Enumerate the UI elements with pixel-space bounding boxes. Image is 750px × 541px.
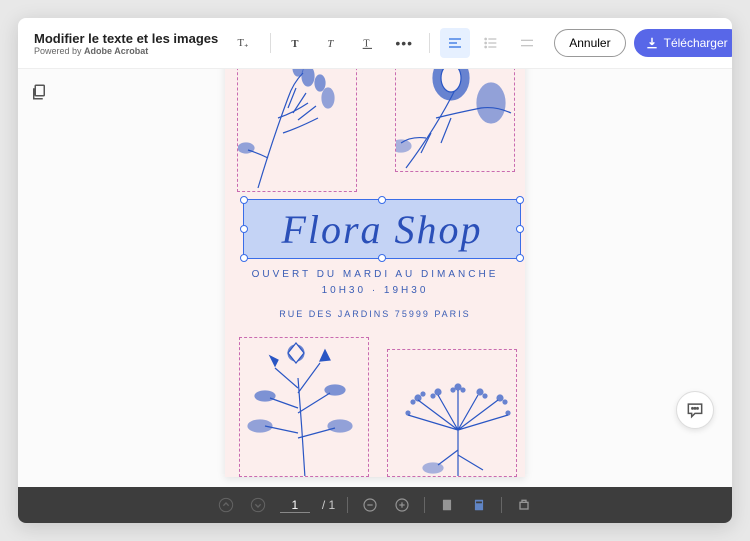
resize-handle[interactable]: [378, 196, 386, 204]
cancel-button[interactable]: Annuler: [554, 29, 625, 57]
download-label: Télécharger: [664, 36, 728, 50]
resize-handle[interactable]: [378, 254, 386, 262]
resize-handle[interactable]: [516, 254, 524, 262]
zoom-out-icon: [362, 497, 378, 513]
separator: [347, 497, 348, 513]
address-text[interactable]: RUE DES JARDINS 75999 PARIS: [225, 309, 525, 319]
page-total: / 1: [322, 498, 335, 512]
list-button: [476, 28, 506, 58]
more-icon: •••: [395, 35, 413, 51]
editor-canvas[interactable]: Flora Shop OUVERT DU MARDI AU DIMANCHE 1…: [18, 69, 732, 487]
text-toolbar: T+ T T T •••: [230, 28, 542, 58]
align-left-button[interactable]: [440, 28, 470, 58]
resize-handle[interactable]: [240, 254, 248, 262]
title-block: Modifier le texte et les images Powered …: [34, 31, 218, 56]
resize-handle[interactable]: [240, 196, 248, 204]
flower-art: [388, 350, 517, 477]
zoom-in-icon: [394, 497, 410, 513]
resize-handle[interactable]: [516, 225, 524, 233]
download-icon: [645, 36, 659, 50]
italic-button[interactable]: T: [317, 28, 347, 58]
svg-text:T: T: [328, 39, 335, 50]
next-page-button: [248, 495, 268, 515]
arrow-down-icon: [250, 497, 266, 513]
header-bar: Modifier le texte et les images Powered …: [18, 18, 732, 69]
zoom-out-button[interactable]: [360, 495, 380, 515]
powered-by-prefix: Powered by: [34, 46, 84, 56]
selected-text-frame[interactable]: Flora Shop: [243, 199, 521, 259]
flower-art: [240, 338, 369, 477]
fit-page-icon: [440, 497, 454, 513]
header-actions: Annuler Télécharger: [554, 29, 732, 57]
image-frame[interactable]: [239, 337, 369, 477]
time-text[interactable]: 10H30 · 19H30: [225, 285, 525, 296]
separator: [270, 33, 271, 53]
spacing-icon: [519, 35, 535, 51]
list-icon: [483, 35, 499, 51]
fit-width-icon: [472, 497, 486, 513]
resize-handle[interactable]: [240, 225, 248, 233]
italic-icon: T: [324, 35, 340, 51]
svg-text:T: T: [292, 39, 299, 50]
fit-width-button[interactable]: [469, 495, 489, 515]
prev-page-button: [216, 495, 236, 515]
separator: [501, 497, 502, 513]
add-text-icon: T+: [236, 34, 254, 52]
download-button[interactable]: Télécharger: [634, 29, 732, 57]
viewer-toolbar: / 1: [18, 487, 732, 523]
more-button[interactable]: •••: [389, 28, 419, 58]
powered-by-brand: Adobe Acrobat: [84, 46, 148, 56]
flower-art: [238, 69, 357, 192]
underline-icon: T: [360, 35, 376, 51]
bold-button[interactable]: T: [281, 28, 311, 58]
powered-by: Powered by Adobe Acrobat: [34, 46, 218, 56]
fullscreen-icon: [516, 497, 532, 513]
zoom-in-button[interactable]: [392, 495, 412, 515]
editor-modal: Modifier le texte et les images Powered …: [18, 18, 732, 523]
svg-text:+: +: [244, 43, 248, 50]
pages-icon: [30, 83, 48, 101]
resize-handle[interactable]: [516, 196, 524, 204]
fullscreen-button[interactable]: [514, 495, 534, 515]
pages-panel-button[interactable]: [30, 83, 52, 105]
flower-art: [396, 69, 515, 172]
page-number-input[interactable]: [280, 498, 310, 513]
arrow-up-icon: [218, 497, 234, 513]
shop-name-text[interactable]: Flora Shop: [244, 200, 520, 260]
spacing-button: [512, 28, 542, 58]
separator: [429, 33, 430, 53]
chat-icon: [685, 400, 705, 420]
align-left-icon: [447, 35, 463, 51]
fit-page-button[interactable]: [437, 495, 457, 515]
modal-title: Modifier le texte et les images: [34, 31, 218, 46]
hours-text[interactable]: OUVERT DU MARDI AU DIMANCHE: [225, 269, 525, 280]
page-wrapper: Flora Shop OUVERT DU MARDI AU DIMANCHE 1…: [225, 69, 525, 487]
svg-text:T: T: [238, 38, 245, 49]
svg-text:T: T: [364, 38, 370, 49]
chat-button[interactable]: [676, 391, 714, 429]
separator: [424, 497, 425, 513]
image-frame[interactable]: [395, 69, 515, 172]
image-frame[interactable]: [387, 349, 517, 477]
bold-icon: T: [288, 35, 304, 51]
image-frame[interactable]: [237, 69, 357, 192]
underline-button[interactable]: T: [353, 28, 383, 58]
document-page[interactable]: Flora Shop OUVERT DU MARDI AU DIMANCHE 1…: [225, 69, 525, 477]
add-text-button[interactable]: T+: [230, 28, 260, 58]
